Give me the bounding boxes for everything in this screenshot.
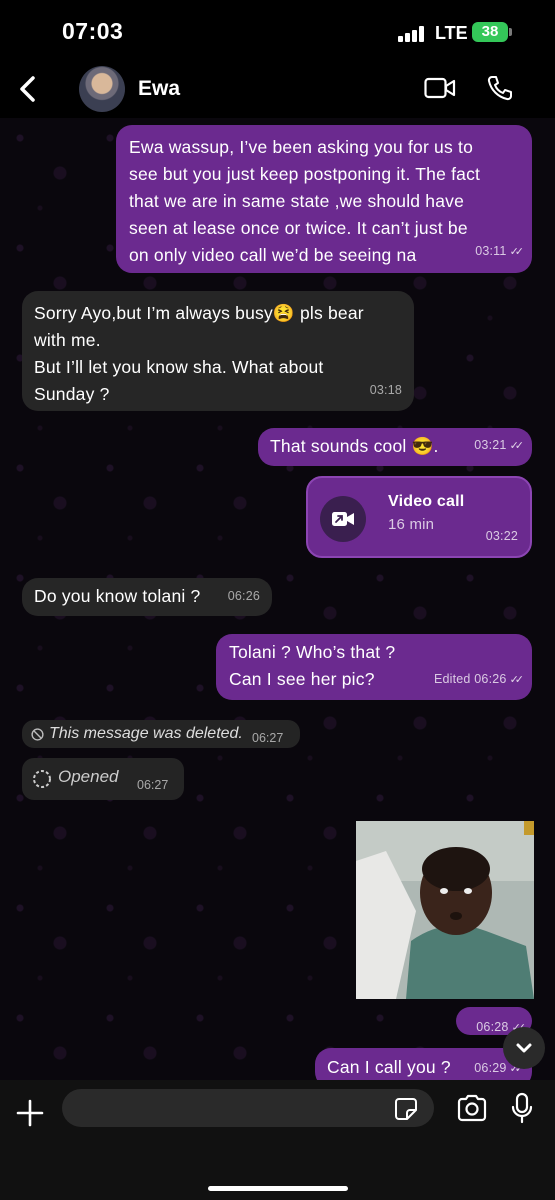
message-text: Do you know tolani ? [34, 586, 201, 606]
status-time: 07:03 [62, 18, 124, 44]
outgoing-message[interactable]: Tolani ? Who’s that ? Can I see her pic?… [216, 634, 532, 700]
microphone-icon[interactable] [510, 1092, 534, 1124]
read-ticks-icon: ✓✓ [509, 674, 525, 686]
message-time: 06:27 [137, 778, 169, 792]
plus-icon[interactable] [14, 1097, 46, 1129]
message-meta: 03:21 ✓✓ [474, 432, 525, 460]
photo [356, 821, 534, 999]
outgoing-video-call-icon [332, 512, 354, 526]
view-once-message[interactable]: Opened 06:27 [22, 758, 184, 800]
message-time: 06:29 [474, 1061, 507, 1075]
message-text: This message was deleted. [49, 725, 243, 742]
deleted-message[interactable]: This message was deleted. 06:27 [22, 720, 300, 748]
incoming-message[interactable]: Sorry Ayo,but I’m always busy😫 pls bear … [22, 291, 414, 411]
view-once-icon [33, 770, 51, 788]
back-arrow-icon[interactable] [14, 74, 44, 104]
cellular-signal-icon [398, 26, 426, 42]
message-input-bar [0, 1080, 555, 1200]
scroll-to-bottom-button[interactable] [503, 1027, 545, 1069]
blocked-icon [31, 728, 44, 741]
message-time: 03:18 [369, 383, 402, 397]
home-indicator [208, 1186, 348, 1191]
message-input[interactable] [62, 1089, 434, 1127]
battery-icon: 38 [472, 22, 512, 42]
call-duration: 16 min [388, 516, 435, 533]
message-time: 06:26 [227, 589, 260, 603]
incoming-message[interactable]: Do you know tolani ? 06:26 [22, 578, 272, 616]
contact-name[interactable]: Ewa [138, 77, 180, 101]
message-time: 06:27 [252, 731, 284, 745]
message-time: 03:21 [474, 438, 507, 452]
image-message[interactable] [356, 821, 534, 999]
phone-call-icon[interactable] [486, 74, 514, 102]
edited-label: Edited [433, 672, 471, 686]
outgoing-message[interactable]: Ewa wassup, I’ve been asking you for us … [116, 125, 532, 273]
outgoing-message[interactable]: That sounds cool 😎. 03:21 ✓✓ [258, 428, 532, 466]
message-time: 03:11 [475, 244, 507, 258]
message-meta: Edited 06:26 ✓✓ [433, 666, 525, 694]
call-title: Video call [388, 493, 465, 510]
network-type: LTE [435, 23, 468, 43]
chevron-down-icon [516, 1043, 532, 1053]
outgoing-message[interactable]: Can I call you ? 06:29 ✓✓ [315, 1048, 532, 1080]
message-time: 06:26 [474, 672, 507, 686]
video-call-message[interactable]: Video call 16 min 03:22 [306, 476, 532, 558]
message-time: 06:28 [476, 1020, 509, 1034]
read-ticks-icon: ✓✓ [509, 246, 525, 258]
status-bar: 07:03 LTE 38 [0, 0, 555, 62]
read-ticks-icon: ✓✓ [509, 440, 525, 452]
message-text: Opened [58, 767, 119, 786]
message-text: Sorry Ayo,but I’m always busy😫 pls bear … [34, 303, 364, 404]
call-icon-circle [320, 496, 366, 542]
message-text: Ewa wassup, I’ve been asking you for us … [129, 137, 481, 265]
chat-header: Ewa [0, 62, 555, 118]
camera-icon[interactable] [456, 1094, 488, 1122]
video-call-icon[interactable] [424, 76, 456, 100]
battery-level: 38 [481, 23, 499, 40]
message-time: 03:22 [485, 529, 518, 543]
chat-area[interactable]: Ewa wassup, I’ve been asking you for us … [0, 118, 555, 1080]
sticker-icon[interactable] [394, 1097, 418, 1121]
contact-avatar[interactable] [79, 66, 125, 112]
message-meta: 03:11 ✓✓ [475, 238, 525, 266]
